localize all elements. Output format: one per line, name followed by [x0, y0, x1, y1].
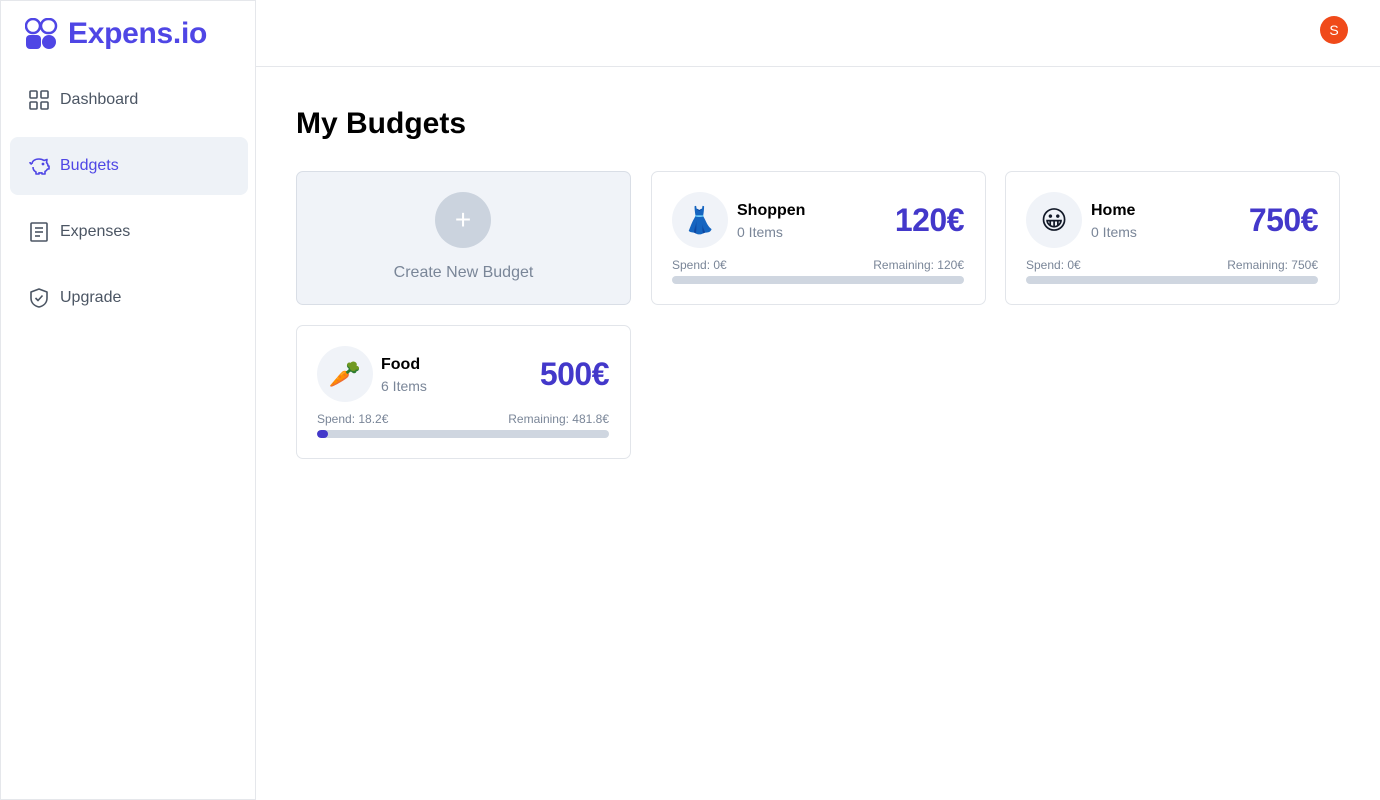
logo-icon [25, 18, 58, 49]
budget-spend: Spend: 0€ [1026, 258, 1081, 272]
top-bar: S [256, 0, 1380, 67]
budget-name: Food [381, 356, 421, 373]
sidebar-nav: Dashboard Budgets Expenses Upgrade [10, 71, 248, 335]
budget-remaining: Remaining: 120€ [873, 258, 964, 272]
budget-card-food[interactable]: 🥕 Food 6 Items 500€ Spend: 18.2€ Remaini… [296, 325, 631, 459]
shield-check-icon [28, 287, 50, 309]
budget-name: Home [1091, 202, 1136, 219]
create-budget-label: Create New Budget [393, 264, 534, 281]
logo[interactable]: Expens.io [25, 17, 207, 51]
sidebar-item-budgets[interactable]: Budgets [10, 137, 248, 195]
carrot-icon: 🥕 [317, 346, 373, 402]
budget-name: Shoppen [737, 202, 806, 219]
budget-card-home[interactable]: 😀 Home 0 Items 750€ Spend: 0€ Remaining:… [1005, 171, 1340, 305]
smiley-icon: 😀 [1026, 192, 1082, 248]
grid-icon [28, 89, 50, 111]
budget-item-count: 6 Items [381, 378, 427, 394]
page-title: My Budgets [296, 107, 467, 140]
budget-card-shoppen[interactable]: 👗 Shoppen 0 Items 120€ Spend: 0€ Remaini… [651, 171, 986, 305]
budget-amount: 500€ [539, 356, 610, 392]
budget-amount: 120€ [894, 202, 965, 238]
dress-icon: 👗 [672, 192, 728, 248]
sidebar-item-label: Dashboard [60, 91, 139, 108]
sidebar-item-label: Expenses [60, 223, 131, 240]
budget-progress-fill [317, 430, 328, 438]
sidebar-item-label: Upgrade [60, 289, 122, 306]
piggy-bank-icon [28, 155, 50, 177]
app-name: Expens.io [68, 17, 208, 50]
budget-progress-bar [317, 430, 609, 438]
budget-item-count: 0 Items [1091, 224, 1137, 240]
user-avatar[interactable]: S [1320, 16, 1348, 44]
budget-progress-bar [1026, 276, 1318, 284]
sidebar-item-upgrade[interactable]: Upgrade [10, 269, 248, 327]
budget-remaining: Remaining: 481.8€ [508, 412, 609, 426]
sidebar-item-label: Budgets [60, 157, 119, 174]
budget-progress-bar [672, 276, 964, 284]
budget-amount: 750€ [1248, 202, 1319, 238]
plus-icon: + [435, 192, 491, 248]
sidebar-item-expenses[interactable]: Expenses [10, 203, 248, 261]
budget-item-count: 0 Items [737, 224, 783, 240]
budget-spend: Spend: 0€ [672, 258, 727, 272]
create-budget-card[interactable]: + Create New Budget [296, 171, 631, 305]
receipt-icon [28, 221, 50, 243]
sidebar-item-dashboard[interactable]: Dashboard [10, 71, 248, 129]
sidebar: Expens.io Dashboard Budgets Expenses Upg… [0, 0, 256, 800]
budget-spend: Spend: 18.2€ [317, 412, 389, 426]
budget-remaining: Remaining: 750€ [1227, 258, 1318, 272]
